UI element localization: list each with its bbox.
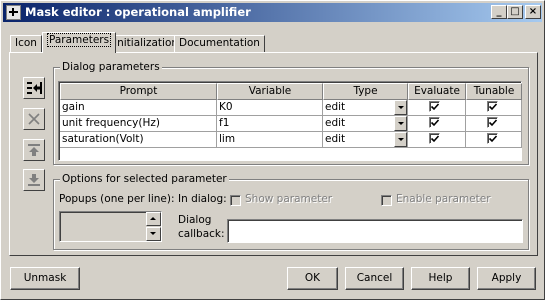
window-title: Mask editor : operational amplifier — [25, 5, 251, 19]
popups-textarea[interactable] — [59, 211, 162, 242]
delete-parameter-button[interactable] — [23, 108, 45, 130]
mask-editor-window: Mask editor : operational amplifier _ □ … — [0, 0, 545, 300]
evaluate-checkbox[interactable] — [429, 117, 440, 128]
show-parameter-label: Show parameter — [245, 193, 333, 205]
apply-button[interactable]: Apply — [477, 267, 536, 290]
in-dialog-label: In dialog: — [178, 193, 227, 205]
simulink-app-icon — [6, 5, 21, 20]
scroll-down-icon[interactable] — [146, 227, 161, 241]
tunable-checkbox[interactable] — [487, 117, 498, 128]
minimize-button[interactable]: _ — [491, 5, 507, 19]
cell-type-value: edit — [325, 101, 346, 113]
tab-parameters-label: Parameters — [47, 33, 112, 47]
cell-evaluate — [408, 132, 466, 148]
parameters-table[interactable]: Prompt Variable Type Evaluate Tunable ga… — [58, 81, 522, 161]
cell-tunable — [466, 132, 522, 148]
checkmark-icon — [430, 135, 440, 143]
cell-tunable — [466, 116, 522, 132]
cell-type-value: edit — [325, 133, 346, 145]
scroll-up-icon[interactable] — [146, 212, 161, 226]
ok-button[interactable]: OK — [287, 267, 338, 290]
checkmark-icon — [488, 119, 498, 127]
tab-documentation[interactable]: Documentation — [174, 35, 265, 52]
tab-parameters[interactable]: Parameters — [42, 32, 117, 53]
cancel-button[interactable]: Cancel — [345, 267, 404, 290]
dialog-label: Dialog — [178, 214, 212, 226]
dialog-callback-input[interactable] — [227, 219, 523, 243]
move-up-icon — [28, 144, 40, 156]
chevron-down-icon[interactable] — [394, 100, 407, 115]
popups-label: Popups (one per line): — [59, 193, 175, 205]
column-header-tunable[interactable]: Tunable — [466, 83, 522, 100]
maximize-button[interactable]: □ — [507, 5, 523, 19]
tunable-checkbox[interactable] — [487, 133, 498, 144]
add-parameter-button[interactable] — [23, 77, 45, 99]
column-header-prompt[interactable]: Prompt — [60, 83, 217, 100]
tab-initialization[interactable]: Initialization — [109, 35, 184, 52]
cell-variable[interactable]: lim — [217, 132, 323, 148]
help-button[interactable]: Help — [411, 267, 470, 290]
delete-parameter-icon — [28, 113, 40, 125]
checkmark-icon — [488, 103, 498, 111]
chevron-down-icon[interactable] — [394, 132, 407, 147]
column-header-type[interactable]: Type — [323, 83, 408, 100]
cell-evaluate — [408, 116, 466, 132]
move-up-button[interactable] — [23, 139, 45, 161]
cell-prompt[interactable]: saturation(Volt) — [60, 132, 217, 148]
cell-type-dropdown[interactable]: edit — [323, 100, 408, 116]
callback-label: callback: — [178, 228, 225, 240]
show-parameter-checkbox[interactable] — [230, 195, 241, 206]
enable-parameter-label: Enable parameter — [396, 193, 491, 205]
column-header-variable[interactable]: Variable — [217, 83, 323, 100]
cell-tunable — [466, 100, 522, 116]
checkmark-icon — [488, 135, 498, 143]
options-legend: Options for selected parameter — [60, 173, 229, 185]
cell-prompt[interactable]: gain — [60, 100, 217, 116]
evaluate-checkbox[interactable] — [429, 133, 440, 144]
cell-type-dropdown[interactable]: edit — [323, 116, 408, 132]
cell-type-value: edit — [325, 117, 346, 129]
insert-parameter-icon — [27, 82, 42, 94]
cell-type-dropdown[interactable]: edit — [323, 132, 408, 148]
enable-parameter-checkbox[interactable] — [381, 195, 392, 206]
move-down-button[interactable] — [23, 169, 45, 191]
chevron-down-icon[interactable] — [394, 116, 407, 131]
cell-variable[interactable]: K0 — [217, 100, 323, 116]
cell-variable[interactable]: f1 — [217, 116, 323, 132]
evaluate-checkbox[interactable] — [429, 101, 440, 112]
checkmark-icon — [430, 119, 440, 127]
dialog-parameters-legend: Dialog parameters — [60, 61, 162, 73]
tab-icon[interactable]: Icon — [10, 35, 42, 52]
cell-prompt[interactable]: unit frequency(Hz) — [60, 116, 217, 132]
unmask-button[interactable]: Unmask — [10, 267, 80, 290]
column-header-evaluate[interactable]: Evaluate — [408, 83, 466, 100]
tunable-checkbox[interactable] — [487, 101, 498, 112]
move-down-icon — [28, 174, 40, 186]
close-button[interactable]: × — [525, 5, 541, 19]
title-bar[interactable]: Mask editor : operational amplifier _ □ … — [3, 3, 542, 22]
cell-evaluate — [408, 100, 466, 116]
checkmark-icon — [430, 103, 440, 111]
